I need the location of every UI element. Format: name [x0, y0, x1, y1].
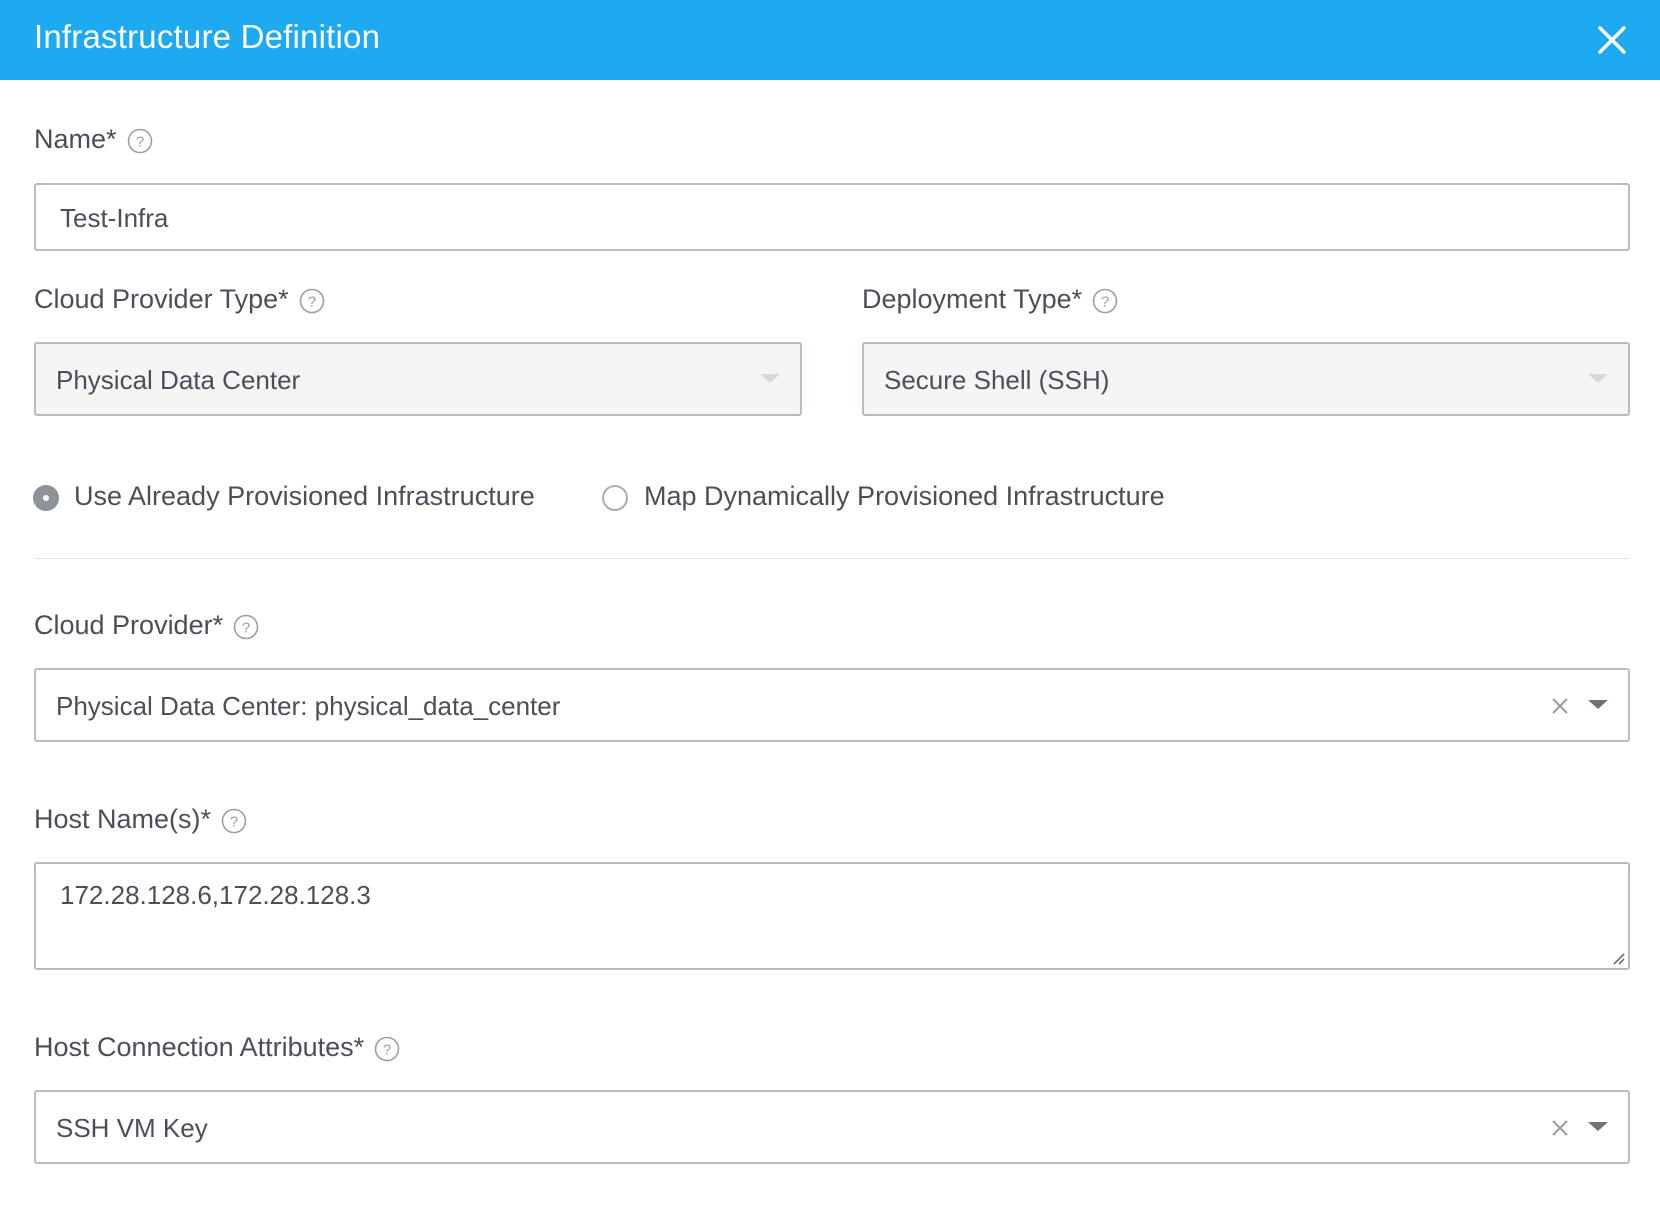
radio-use-provisioned-label[interactable]: Use Already Provisioned Infrastructure	[74, 481, 535, 512]
deployment-type-label: Deployment Type*	[862, 284, 1083, 314]
cloud-provider-label: Cloud Provider*	[34, 610, 224, 640]
close-icon[interactable]	[1592, 20, 1632, 60]
cloud-provider-value: Physical Data Center: physical_data_cent…	[56, 691, 561, 721]
name-label: Name*	[34, 124, 117, 154]
section-divider	[34, 558, 1630, 559]
help-icon[interactable]: ?	[233, 614, 259, 639]
svg-text:?: ?	[1101, 293, 1109, 310]
help-icon[interactable]: ?	[374, 1036, 400, 1061]
cloud-provider-label-group: Cloud Provider* ?	[34, 610, 259, 641]
help-icon[interactable]: ?	[1092, 288, 1118, 313]
host-connection-attributes-label-group: Host Connection Attributes* ?	[34, 1032, 400, 1063]
host-names-label-group: Host Name(s)* ?	[34, 804, 247, 835]
cloud-provider-type-label: Cloud Provider Type*	[34, 284, 289, 314]
host-connection-attributes-select[interactable]: SSH VM Key	[34, 1090, 1630, 1164]
deployment-type-select[interactable]: Secure Shell (SSH)	[862, 342, 1630, 416]
radio-use-provisioned[interactable]	[33, 485, 59, 511]
svg-text:?: ?	[230, 813, 238, 830]
host-connection-attributes-label: Host Connection Attributes*	[34, 1032, 365, 1062]
deployment-type-label-group: Deployment Type* ?	[862, 284, 1118, 315]
cloud-provider-type-select[interactable]: Physical Data Center	[34, 342, 802, 416]
host-connection-attributes-value: SSH VM Key	[56, 1113, 208, 1143]
cloud-provider-select[interactable]: Physical Data Center: physical_data_cent…	[34, 668, 1630, 742]
radio-map-dynamic[interactable]	[602, 485, 628, 511]
resize-handle-icon[interactable]	[1610, 950, 1626, 966]
svg-text:?: ?	[383, 1041, 391, 1058]
name-label-group: Name* ?	[34, 124, 152, 155]
chevron-down-icon	[1588, 374, 1608, 383]
clear-icon[interactable]	[1550, 696, 1570, 716]
chevron-down-icon[interactable]	[1588, 1122, 1608, 1131]
chevron-down-icon	[760, 374, 780, 383]
name-input-value: Test-Infra	[60, 203, 169, 233]
host-names-value: 172.28.128.6,172.28.128.3	[60, 880, 371, 910]
svg-text:?: ?	[135, 133, 143, 150]
clear-icon[interactable]	[1550, 1118, 1570, 1138]
help-icon[interactable]: ?	[127, 128, 152, 153]
cloud-provider-type-label-group: Cloud Provider Type* ?	[34, 284, 324, 315]
dialog-header: Infrastructure Definition	[0, 0, 1660, 80]
deployment-type-value: Secure Shell (SSH)	[884, 365, 1110, 395]
help-icon[interactable]: ?	[299, 288, 324, 313]
host-names-label: Host Name(s)*	[34, 804, 212, 834]
cloud-provider-type-value: Physical Data Center	[56, 365, 301, 395]
chevron-down-icon[interactable]	[1588, 700, 1608, 709]
host-names-textarea[interactable]: 172.28.128.6,172.28.128.3	[34, 862, 1630, 970]
help-icon[interactable]: ?	[221, 808, 247, 833]
svg-text:?: ?	[307, 293, 315, 310]
name-input[interactable]: Test-Infra	[34, 183, 1630, 251]
dialog-title: Infrastructure Definition	[34, 18, 381, 55]
svg-text:?: ?	[242, 619, 250, 636]
radio-map-dynamic-label[interactable]: Map Dynamically Provisioned Infrastructu…	[644, 481, 1165, 512]
